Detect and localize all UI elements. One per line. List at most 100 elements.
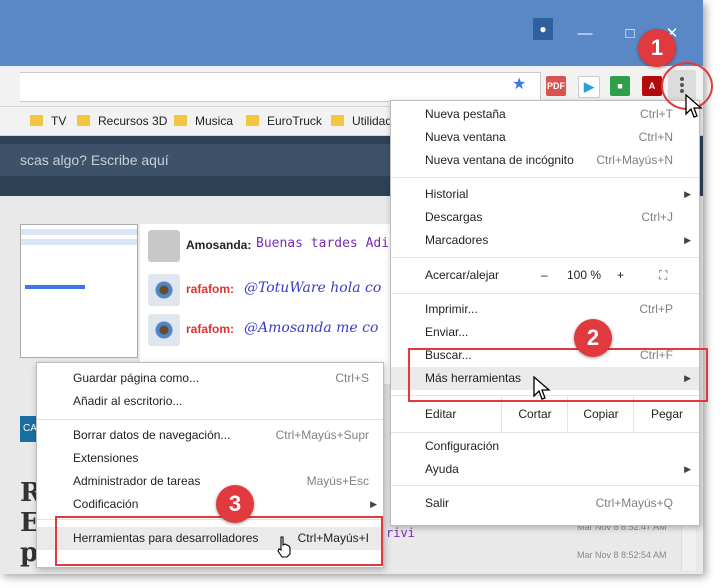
menu-label: Nueva pestaña <box>425 107 506 121</box>
pdf-extension-icon[interactable]: PDF <box>546 76 566 96</box>
chat-message: rafafom: @Amosanda me co <box>148 314 398 350</box>
bookmark-folder-eurotruck[interactable]: EuroTruck <box>246 107 322 135</box>
title-bar: ● — □ ✕ <box>0 0 703 66</box>
bookmark-star-icon[interactable]: ★ <box>512 74 526 94</box>
menu-label: Codificación <box>73 497 139 511</box>
menu-divider <box>37 419 383 420</box>
menu-label: Guardar página como... <box>73 371 200 385</box>
folder-icon <box>30 115 43 126</box>
chat-text: @TotuWare hola co <box>244 280 382 296</box>
menu-label: Enviar... <box>425 325 469 339</box>
menu-item-new-window[interactable]: Nueva ventana Ctrl+N <box>391 126 699 149</box>
menu-item-new-tab[interactable]: Nueva pestaña Ctrl+T <box>391 103 699 126</box>
menu-item-task-manager[interactable]: Administrador de tareas Mayús+Esc <box>37 470 383 493</box>
menu-label: Añadir al escritorio... <box>73 394 183 408</box>
menu-item-bookmarks[interactable]: Marcadores ▶ <box>391 229 699 252</box>
submenu-arrow-icon: ▶ <box>684 464 691 474</box>
highlight-box-devtools <box>55 516 383 566</box>
menu-shortcut: Mayús+Esc <box>306 474 369 488</box>
chat-username[interactable]: Amosanda: <box>186 238 251 252</box>
bookmark-folder-tv[interactable]: TV <box>30 107 66 135</box>
menu-item-history[interactable]: Historial ▶ <box>391 183 699 206</box>
menu-label: Acercar/alejar <box>425 268 500 282</box>
bookmark-label: TV <box>51 114 67 128</box>
minimize-icon[interactable]: — <box>570 26 600 44</box>
menu-item-incognito[interactable]: Nueva ventana de incógnito Ctrl+Mayús+N <box>391 149 699 172</box>
bookmark-folder-utilidad[interactable]: Utilidad <box>331 107 392 135</box>
submenu-arrow-icon: ▶ <box>684 235 691 245</box>
avatar <box>148 230 180 262</box>
menu-item-zoom: Acercar/alejar – 100 % + ⛶ <box>391 264 699 287</box>
submenu-arrow-icon: ▶ <box>684 189 691 199</box>
chat-message: Amosanda: Buenas tardes Adic <box>148 230 398 266</box>
mouse-cursor-icon <box>533 376 551 400</box>
menu-item-extensions[interactable]: Extensiones <box>37 447 383 470</box>
robot-extension-icon[interactable]: ■ <box>610 76 630 96</box>
step-badge-3: 3 <box>216 485 254 523</box>
menu-item-add-to-desktop[interactable]: Añadir al escritorio... <box>37 390 383 413</box>
menu-item-send[interactable]: Enviar... <box>391 321 699 344</box>
step-badge-1: 1 <box>638 29 676 67</box>
menu-label: Imprimir... <box>425 302 478 316</box>
folder-icon <box>246 115 259 126</box>
menu-label: Ayuda <box>425 462 459 476</box>
bookmark-folder-musica[interactable]: Musica <box>174 107 233 135</box>
menu-divider <box>391 293 699 294</box>
chat-text: Buenas tardes Adic <box>256 236 397 251</box>
menu-item-encoding[interactable]: Codificación ▶ <box>37 493 383 516</box>
menu-item-print[interactable]: Imprimir... Ctrl+P <box>391 298 699 321</box>
menu-item-settings[interactable]: Configuración <box>391 435 699 458</box>
highlight-box-more-tools <box>408 348 708 402</box>
media-extension-icon[interactable]: ▶ <box>578 76 600 98</box>
bookmark-label: Recursos 3D <box>98 114 168 128</box>
menu-item-downloads[interactable]: Descargas Ctrl+J <box>391 206 699 229</box>
chat-username[interactable]: rafafom: <box>186 282 234 296</box>
chat-box: Amosanda: Buenas tardes Adic rafafom: @T… <box>140 224 400 384</box>
menu-item-exit[interactable]: Salir Ctrl+Mayús+Q <box>391 492 699 515</box>
address-bar[interactable] <box>20 72 541 102</box>
avatar <box>148 274 180 306</box>
menu-shortcut: Ctrl+P <box>639 302 673 316</box>
menu-shortcut: Ctrl+J <box>641 210 673 224</box>
menu-shortcut: Ctrl+Mayús+N <box>596 153 673 167</box>
menu-label: Administrador de tareas <box>73 474 201 488</box>
thumbnail-bar <box>21 239 137 245</box>
fullscreen-icon[interactable]: ⛶ <box>659 264 667 287</box>
thumbnail-selection <box>25 285 85 289</box>
thumbnail-bar <box>21 229 137 235</box>
user-profile-icon[interactable]: ● <box>533 18 553 40</box>
menu-divider <box>391 485 699 486</box>
bookmark-label: EuroTruck <box>267 114 322 128</box>
acrobat-extension-icon[interactable]: A <box>642 76 662 96</box>
chat-message: rafafom: @TotuWare hola co <box>148 274 398 310</box>
menu-item-clear-data[interactable]: Borrar datos de navegación... Ctrl+Mayús+… <box>37 424 383 447</box>
menu-label: Marcadores <box>425 233 489 247</box>
folder-icon <box>174 115 187 126</box>
submenu-arrow-icon: ▶ <box>370 499 377 509</box>
bookmark-label: Musica <box>195 114 234 128</box>
folder-icon <box>77 115 90 126</box>
avatar <box>148 314 180 346</box>
menu-shortcut: Ctrl+T <box>640 107 673 121</box>
hand-cursor-icon <box>277 536 291 558</box>
mouse-cursor-icon <box>685 94 703 118</box>
menu-divider <box>391 432 699 433</box>
menu-item-save-page[interactable]: Guardar página como... Ctrl+S <box>37 367 383 390</box>
bookmark-label: Utilidad <box>352 114 393 128</box>
zoom-level: 100 % <box>567 268 602 282</box>
menu-label: Borrar datos de navegación... <box>73 428 231 442</box>
menu-label: Salir <box>425 496 450 510</box>
menu-label: Nueva ventana de incógnito <box>425 153 574 167</box>
menu-shortcut: Ctrl+Mayús+Supr <box>275 428 369 442</box>
menu-label: Descargas <box>425 210 483 224</box>
zoom-out-button[interactable]: – <box>541 264 548 287</box>
zoom-in-button[interactable]: + <box>617 264 624 287</box>
menu-item-help[interactable]: Ayuda ▶ <box>391 458 699 481</box>
menu-label: Extensiones <box>73 451 139 465</box>
site-search-input[interactable]: scas algo? Escribe aquí <box>0 144 390 176</box>
chat-text: @Amosanda me co <box>244 320 379 336</box>
bookmark-folder-recursos-3d[interactable]: Recursos 3D <box>77 107 167 135</box>
folder-icon <box>331 115 344 126</box>
menu-divider <box>391 177 699 178</box>
chat-username[interactable]: rafafom: <box>186 322 234 336</box>
